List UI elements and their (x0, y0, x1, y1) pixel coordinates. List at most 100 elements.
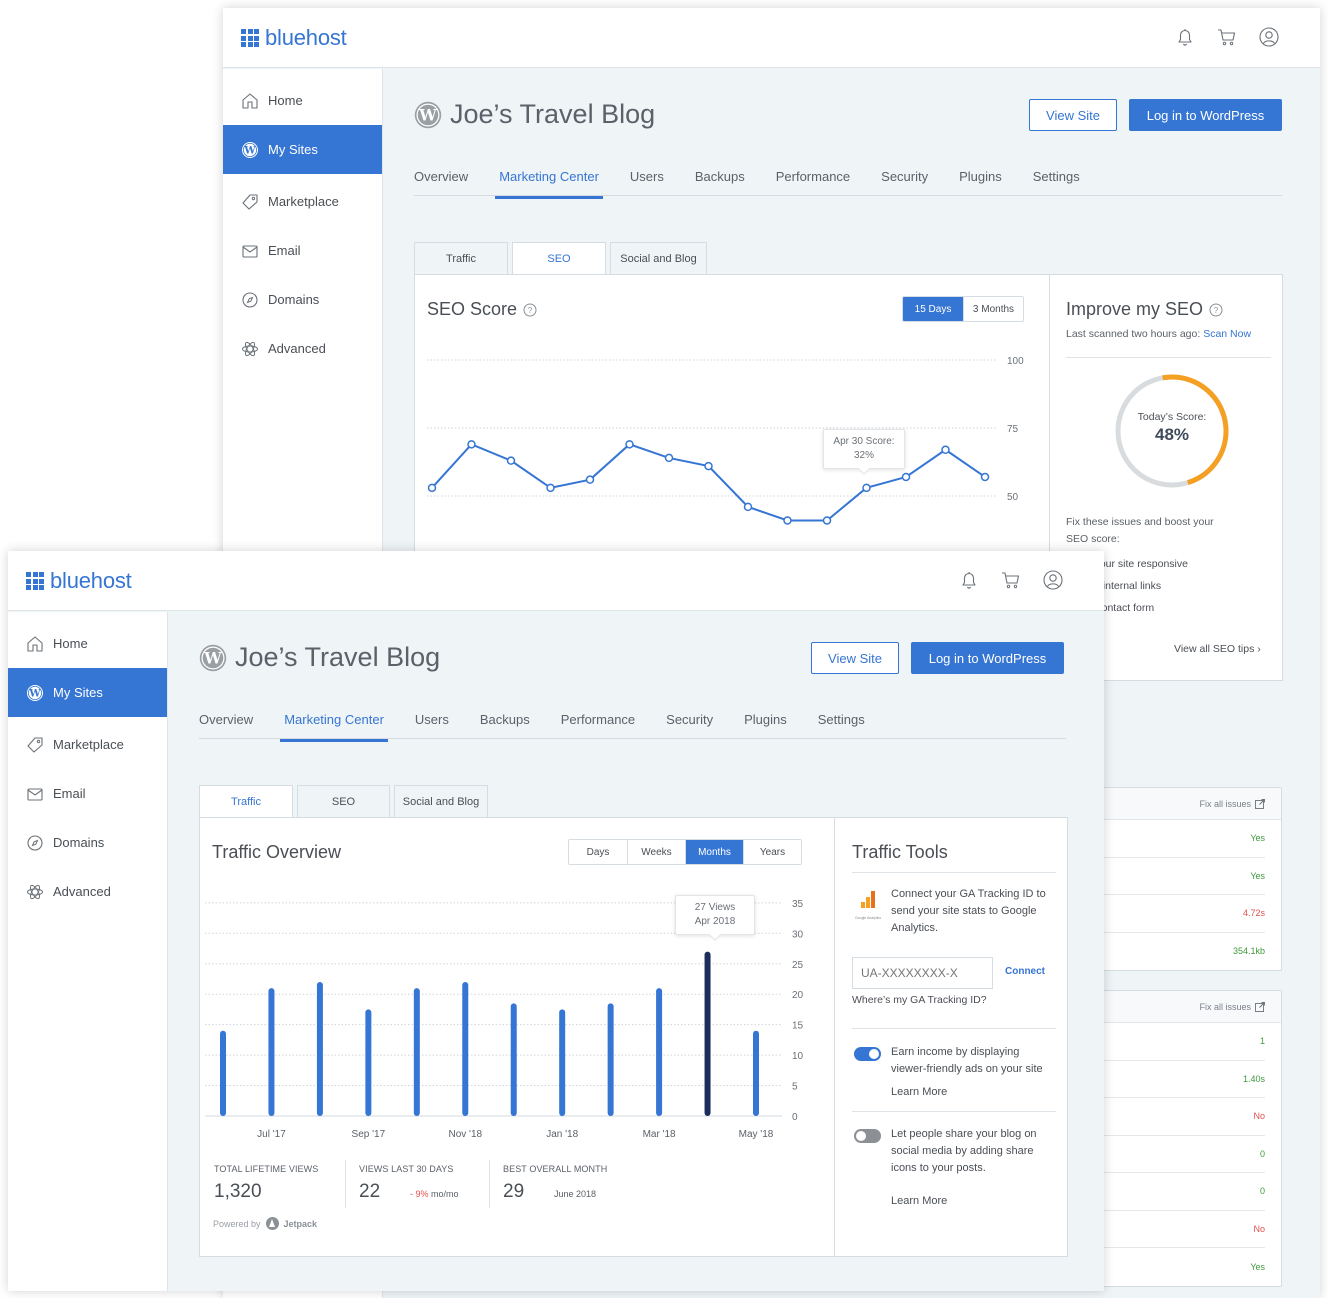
sidebar-item-domains[interactable]: Domains (223, 275, 382, 324)
subnav-tab-settings[interactable]: Settings (1033, 169, 1095, 195)
subnav-tab-backups[interactable]: Backups (480, 712, 545, 738)
tab-seo[interactable]: SEO (297, 785, 390, 817)
sidebar-item-email[interactable]: Email (8, 769, 167, 818)
sidebar-item-marketplace[interactable]: Marketplace (223, 177, 382, 226)
range-3-months[interactable]: 3 Months (963, 297, 1023, 321)
sidebar-item-home[interactable]: Home (223, 76, 382, 125)
subnav-tab-users[interactable]: Users (415, 712, 464, 738)
atom-icon (241, 340, 259, 358)
subnav-tab-settings[interactable]: Settings (818, 712, 880, 738)
data-point (664, 453, 674, 463)
bluehost-logo[interactable]: bluehost (26, 568, 132, 594)
x-tick-label: Sep '17 (352, 1129, 386, 1140)
cart-icon[interactable] (1000, 569, 1022, 591)
traffic-overview-title: Traffic Overview (212, 842, 342, 862)
sidebar-item-my-sites[interactable]: My Sites (223, 125, 382, 174)
external-link-icon (1255, 1002, 1265, 1012)
help-icon[interactable] (1209, 303, 1223, 317)
subnav-tab-backups[interactable]: Backups (695, 169, 760, 195)
ads-learn-more-link[interactable]: Learn More (891, 1084, 947, 1101)
site-subnav: Overview Marketing Center Users Backups Perf… (414, 169, 1282, 199)
ga-connect-text: Connect your GA Tracking ID to send your… (891, 888, 1046, 934)
traffic-bar (413, 988, 420, 1116)
bell-icon[interactable] (958, 569, 980, 591)
traffic-bar (656, 988, 663, 1116)
sidebar-item-email[interactable]: Email (223, 226, 382, 275)
sidebar-item-domains[interactable]: Domains (8, 818, 167, 867)
subnav-tab-plugins[interactable]: Plugins (959, 169, 1017, 195)
sidebar-item-home[interactable]: Home (8, 619, 167, 668)
scan-now-link[interactable]: Scan Now (1203, 328, 1251, 340)
brand-name: bluehost (50, 568, 132, 593)
range-days[interactable]: Days (569, 840, 627, 864)
site-title-text: Joe’s Travel Blog (235, 642, 441, 672)
ga-help-link[interactable]: Where’s my GA Tracking ID? (852, 992, 987, 1009)
sidebar-item-label: Domains (53, 835, 105, 850)
range-months[interactable]: Months (685, 840, 743, 864)
y-tick-label: 30 (792, 929, 804, 940)
view-all-seo-tips-link[interactable]: View all SEO tips › (1174, 641, 1261, 658)
subnav-tab-performance[interactable]: Performance (776, 169, 865, 195)
traffic-bar (462, 982, 469, 1116)
bluehost-logo[interactable]: bluehost (241, 25, 347, 51)
share-toggle[interactable] (854, 1129, 881, 1143)
subnav-tab-marketing-center[interactable]: Marketing Center (495, 169, 614, 199)
subnav-tab-users[interactable]: Users (630, 169, 679, 195)
help-icon[interactable] (523, 303, 537, 317)
subnav-tab-security[interactable]: Security (881, 169, 943, 195)
traffic-bar (220, 1030, 226, 1116)
subnav-tab-overview[interactable]: Overview (199, 712, 268, 738)
wordpress-icon (414, 101, 442, 129)
best-month-date: June 2018 (554, 1189, 597, 1199)
traffic-chart-tooltip: 27 Views Apr 2018 (675, 895, 755, 935)
todays-score-value: 48% (1154, 425, 1190, 444)
subnav-tab-security[interactable]: Security (666, 712, 728, 738)
subnav-tab-marketing-center[interactable]: Marketing Center (280, 712, 399, 742)
tab-seo[interactable]: SEO (512, 242, 606, 275)
views-change: - 9% mo/mo (410, 1189, 459, 1199)
range-weeks[interactable]: Weeks (627, 840, 685, 864)
tab-social-and-blog[interactable]: Social and Blog (610, 242, 707, 274)
jetpack-brand: Jetpack (283, 1218, 318, 1229)
login-wordpress-button[interactable]: Log in to WordPress (911, 642, 1064, 674)
range-years[interactable]: Years (743, 840, 801, 864)
jetpack-icon (265, 1217, 279, 1230)
user-account-icon[interactable] (1258, 26, 1280, 48)
wordpress-icon (26, 684, 44, 702)
y-tick-label: 20 (792, 990, 804, 1001)
cart-icon[interactable] (1216, 26, 1238, 48)
share-learn-more-link[interactable]: Learn More (891, 1193, 947, 1210)
sidebar-item-marketplace[interactable]: Marketplace (8, 720, 167, 769)
sidebar-item-label: My Sites (53, 685, 103, 700)
envelope-icon (26, 785, 44, 803)
top-header: bluehost (223, 8, 1320, 68)
last-scanned-text: Last scanned two hours ago: Scan Now (1066, 326, 1251, 343)
traffic-range-toggle: Days Weeks Months Years (568, 839, 802, 865)
sidebar-item-advanced[interactable]: Advanced (8, 867, 167, 916)
data-point (625, 440, 634, 449)
tab-traffic[interactable]: Traffic (199, 785, 293, 818)
ga-connect-button[interactable]: Connect (1005, 966, 1045, 977)
bell-icon[interactable] (1174, 26, 1196, 48)
x-tick-label: Jan '18 (546, 1129, 578, 1140)
tooltip-line-1: 27 Views (694, 902, 736, 913)
subnav-tab-performance[interactable]: Performance (561, 712, 650, 738)
sidebar-item-label: Domains (268, 292, 320, 307)
subnav-tab-overview[interactable]: Overview (414, 169, 483, 195)
tab-traffic[interactable]: Traffic (414, 242, 508, 274)
ga-tracking-id-input[interactable] (852, 957, 993, 989)
sidebar-item-advanced[interactable]: Advanced (223, 324, 382, 373)
y-tick-label: 25 (792, 960, 804, 971)
user-account-icon[interactable] (1042, 569, 1064, 591)
subnav-tab-plugins[interactable]: Plugins (744, 712, 802, 738)
view-site-button[interactable]: View Site (1029, 99, 1117, 131)
ads-toggle[interactable] (854, 1047, 881, 1061)
data-point (506, 456, 516, 465)
site-subnav: Overview Marketing Center Users Backups Perf… (199, 712, 1066, 742)
tab-social-and-blog[interactable]: Social and Blog (394, 785, 488, 817)
sidebar-item-my-sites[interactable]: My Sites (8, 668, 167, 717)
data-point (427, 483, 437, 493)
login-wordpress-button[interactable]: Log in to WordPress (1129, 99, 1282, 131)
view-site-button[interactable]: View Site (811, 642, 899, 674)
range-15-days[interactable]: 15 Days (903, 297, 963, 321)
